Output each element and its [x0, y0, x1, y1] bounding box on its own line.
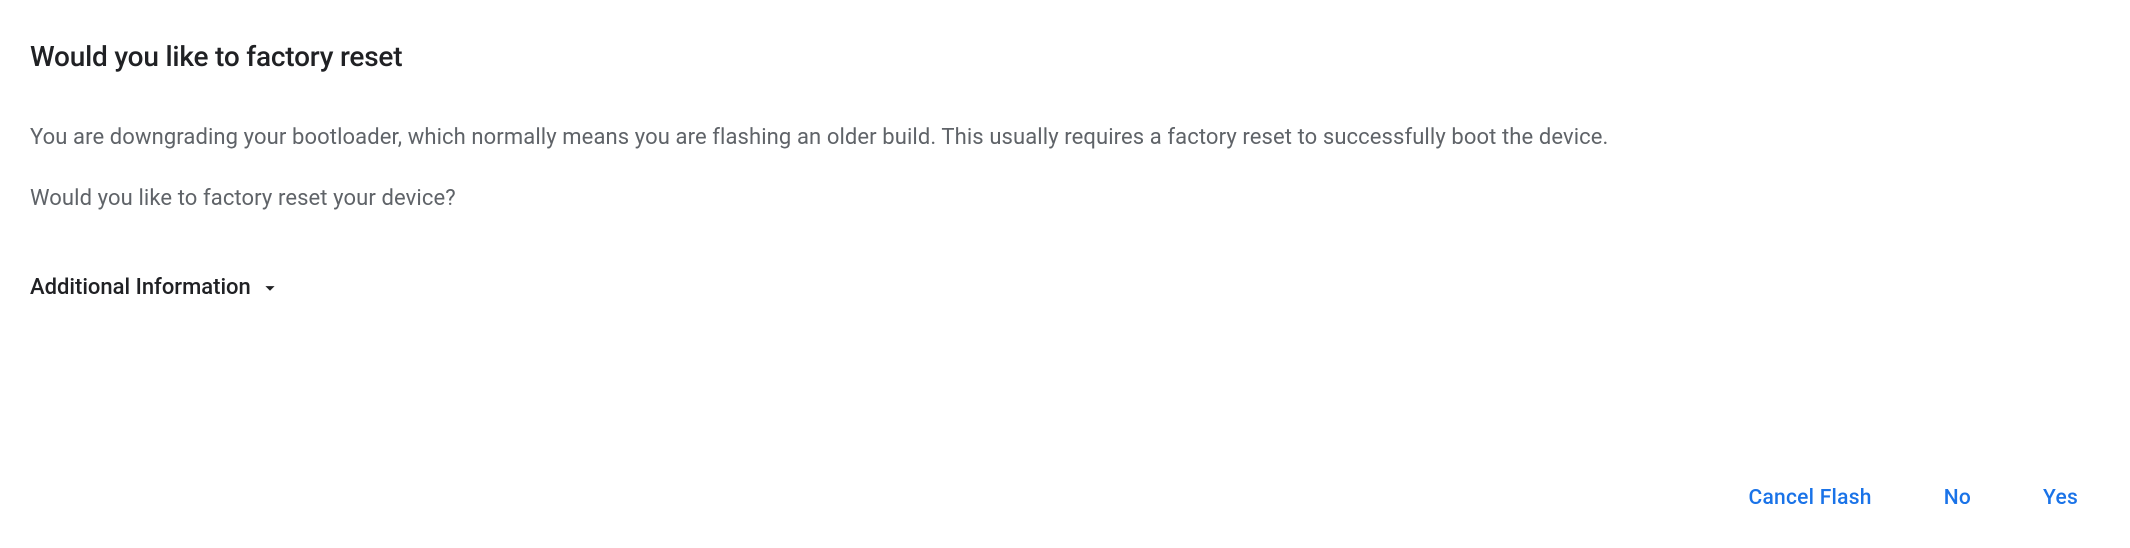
additional-information-label: Additional Information — [30, 275, 251, 300]
dialog-body-line-2: Would you like to factory reset your dev… — [30, 182, 2100, 215]
no-button[interactable]: No — [1936, 480, 1979, 516]
additional-information-toggle[interactable]: Additional Information — [30, 275, 281, 300]
yes-button[interactable]: Yes — [2035, 480, 2086, 516]
chevron-down-icon — [259, 277, 281, 299]
dialog-body-line-1: You are downgrading your bootloader, whi… — [30, 121, 2100, 154]
dialog-title: Would you like to factory reset — [30, 40, 2100, 73]
dialog-actions: Cancel Flash No Yes — [1740, 480, 2086, 516]
cancel-flash-button[interactable]: Cancel Flash — [1740, 480, 1879, 516]
